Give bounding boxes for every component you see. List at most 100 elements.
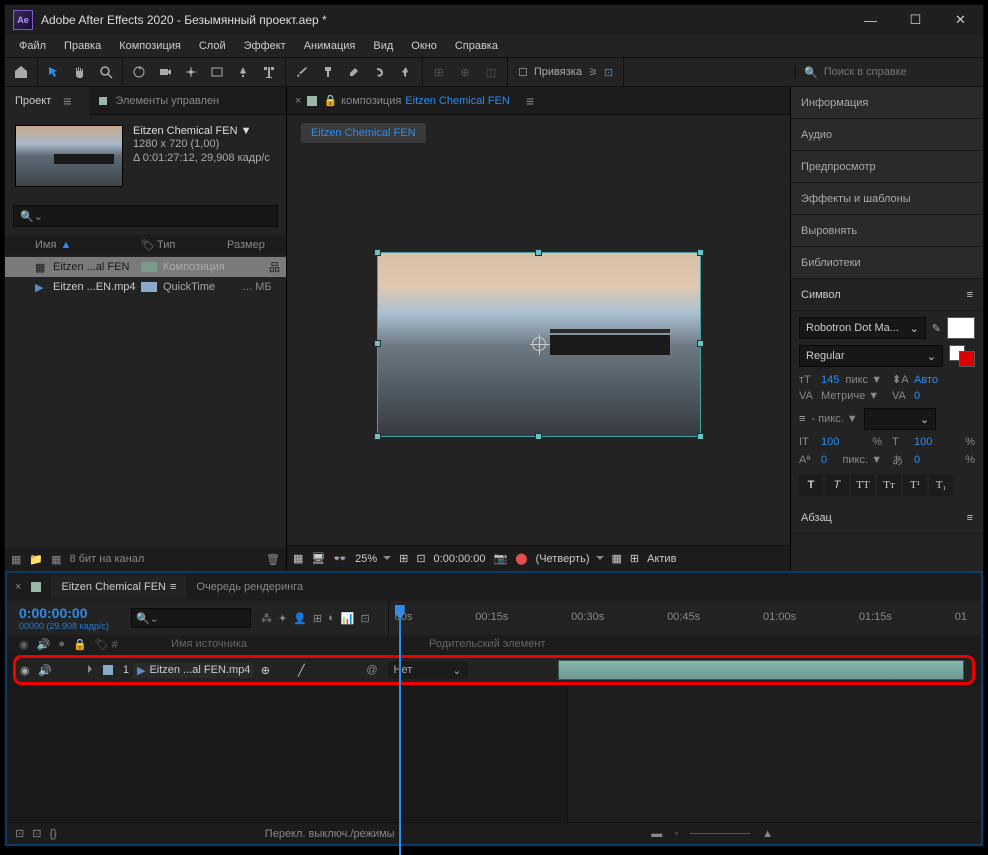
menu-window[interactable]: Окно [403,37,445,55]
tsume-input[interactable]: 0 [914,454,961,466]
faux-bold-button[interactable]: T [799,474,823,496]
handle-mr[interactable] [697,340,704,347]
snap-bounds-icon[interactable]: ⊡ [604,66,613,79]
render-queue-tab[interactable]: Очередь рендеринга [196,581,303,593]
frame-blend-icon[interactable]: ⊞ [313,612,322,625]
panel-menu-icon[interactable]: ≡ [967,289,973,301]
superscript-button[interactable]: T¹ [903,474,927,496]
panel-info[interactable]: Информация [791,87,983,119]
roto-tool[interactable] [368,60,392,84]
handle-tl[interactable] [374,249,381,256]
clone-tool[interactable] [316,60,340,84]
label-color[interactable] [141,262,157,272]
close-tab-icon[interactable]: × [15,581,21,593]
flowchart-icon[interactable]: 品 [269,259,280,275]
panel-paragraph[interactable]: Абзац≡ [791,502,983,534]
layer-name[interactable]: Eitzen ...al FEN.mp4 [149,664,250,676]
layer-chip[interactable]: Eitzen Chemical FEN [301,123,426,143]
type-tool[interactable] [257,60,281,84]
vscale-input[interactable]: 100 [821,436,868,448]
timeline-icon[interactable]: ⊞ [630,552,639,565]
pen-tool[interactable] [231,60,255,84]
resolution-select[interactable]: (Четверть) [536,553,604,565]
panel-effects[interactable]: Эффекты и шаблоны [791,183,983,215]
shy-icon[interactable]: 👤 [293,612,307,625]
brush-tool[interactable] [290,60,314,84]
panel-menu-icon[interactable]: ≡ [55,93,79,109]
comp-name[interactable]: Eitzen Chemical FEN ▼ [133,125,270,137]
help-search-input[interactable] [818,66,975,78]
project-search[interactable]: 🔍⌄ [13,205,278,227]
layer-row[interactable]: ◉ 🔊 1 ▶Eitzen ...al FEN.mp4 ⊕ ╱ @ Нет⌄ [16,661,558,679]
faux-italic-button[interactable]: T [825,474,849,496]
graph-editor-icon[interactable]: 📊 [341,612,355,625]
zoom-slider[interactable]: ▬ ◦ ▲ [651,828,773,840]
maximize-button[interactable]: ☐ [893,5,938,35]
current-timecode[interactable]: 0:00:00:00 00000 (29.908 кадр/с) [7,605,121,631]
handle-tr[interactable] [697,249,704,256]
snap-checkbox[interactable]: ☐ [518,66,528,79]
col-name[interactable]: Имя [35,239,56,251]
col-source-name[interactable]: Имя источника [167,638,251,650]
panel-audio[interactable]: Аудио [791,119,983,151]
puppet-tool[interactable] [394,60,418,84]
zoom-tool[interactable] [94,60,118,84]
tab-project[interactable]: Проект≡ [5,87,89,115]
snap-options-icon[interactable]: ⚞ [588,66,598,79]
handle-tc[interactable] [535,249,542,256]
toggle-switches-icon[interactable]: ⊡ [15,827,24,840]
handle-bc[interactable] [535,433,542,440]
fill-color[interactable] [947,317,975,339]
menu-effect[interactable]: Эффект [236,37,294,55]
expand-layer[interactable] [88,664,99,676]
bit-depth[interactable]: 8 бит на канал [70,553,145,565]
toggle-switches-label[interactable]: Перекл. выключ./режимы [265,828,395,840]
col-type[interactable]: Тип [157,239,227,251]
allcaps-button[interactable]: TT [851,474,875,496]
timeline-search[interactable]: 🔍⌄ [131,608,251,628]
handle-br[interactable] [697,433,704,440]
menu-animation[interactable]: Анимация [296,37,364,55]
handle-ml[interactable] [374,340,381,347]
kerning-select[interactable]: Метриче ▼ [821,390,882,402]
menu-help[interactable]: Справка [447,37,506,55]
baseline-input[interactable]: 0 [821,454,838,466]
fast-preview-icon[interactable]: ▦ [612,552,622,565]
label-color[interactable] [141,282,157,292]
parent-pickwhip-icon[interactable]: @ [366,664,377,676]
zoom-level[interactable]: 25% [355,553,391,565]
folder-icon[interactable]: 📁 [29,553,43,566]
draft3d-icon[interactable]: ✦ [278,612,287,625]
tracking-input[interactable]: 0 [914,390,975,402]
current-time[interactable]: 0:00:00:00 [434,553,486,565]
minimize-button[interactable]: — [848,5,893,35]
tab-effect-controls[interactable]: Элементы управлен [89,89,229,113]
panel-character[interactable]: Символ≡ [791,279,983,311]
mask-icon[interactable]: 👓 [333,552,347,565]
visibility-toggle[interactable]: ◉ [20,664,34,677]
smallcaps-button[interactable]: Tᴛ [877,474,901,496]
menu-edit[interactable]: Правка [56,37,109,55]
brainstorm-icon[interactable]: ⊡ [360,612,369,625]
panel-libraries[interactable]: Библиотеки [791,247,983,279]
leading-input[interactable]: Авто [914,374,975,386]
toggle-transparency-icon[interactable]: 🖥 [311,552,325,565]
switch-icon[interactable]: ╱ [294,664,308,677]
font-family-select[interactable]: Robotron Dot Ma...⌄ [799,317,926,339]
font-size-input[interactable]: 145 [821,374,842,386]
active-camera[interactable]: Актив [647,553,676,565]
project-item-video[interactable]: ▶ Eitzen ...EN.mp4 QuickTime ... МБ [5,277,286,297]
stroke-width-input[interactable]: - пикс. ▼ [811,413,857,425]
help-search[interactable]: 🔍 [795,66,983,79]
viewer-comp-name[interactable]: Eitzen Chemical FEN [405,95,510,107]
zoom-out-icon[interactable]: ▬ [651,828,662,840]
layer-track-bar[interactable] [558,660,964,680]
panel-menu-icon[interactable]: ≡ [967,512,973,524]
stroke-type-select[interactable]: ⌄ [864,408,936,430]
orbit-tool[interactable] [127,60,151,84]
home-tool[interactable] [9,60,33,84]
time-ruler[interactable]: 00s 00:15s 00:30s 00:45s 01:00s 01:15s 0… [388,601,981,635]
comp-flowchart-icon[interactable]: ⁂ [261,612,272,625]
switch-icon[interactable]: ⊕ [258,664,272,677]
channel-icon[interactable]: ⬤ [515,552,527,565]
